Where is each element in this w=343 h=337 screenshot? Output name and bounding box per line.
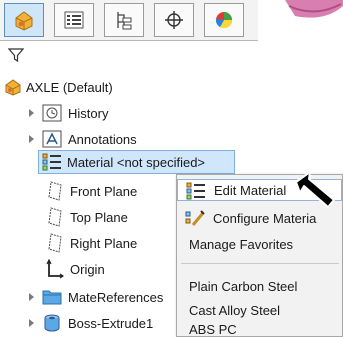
plane-icon — [48, 181, 62, 201]
tree-item-history[interactable]: History — [28, 102, 258, 124]
part-icon — [5, 79, 21, 96]
edit-material-icon — [186, 182, 205, 200]
tree-item-top-plane[interactable]: Top Plane — [46, 206, 128, 228]
chevron-right-icon[interactable] — [28, 108, 36, 118]
configure-material-icon — [185, 210, 205, 226]
dimxpert-icon — [165, 11, 183, 29]
annotations-folder-icon — [42, 130, 62, 148]
featuremanager-icon — [15, 11, 33, 31]
plane-icon — [48, 233, 62, 253]
tree-item-label: Origin — [70, 261, 105, 277]
menu-item-cast-alloy-steel[interactable]: Cast Alloy Steel — [177, 299, 342, 321]
plane-icon — [48, 207, 62, 227]
tree-item-boss-extrude1[interactable]: Boss-Extrude1 — [28, 312, 178, 334]
history-folder-icon — [42, 104, 62, 122]
chevron-right-icon[interactable] — [28, 318, 36, 328]
origin-icon — [46, 259, 64, 279]
chevron-right-icon[interactable] — [28, 292, 36, 302]
dimxpertmanager-tab[interactable] — [154, 3, 194, 37]
configurationmanager-icon — [117, 12, 132, 30]
propertymanager-icon — [64, 11, 84, 29]
manager-tab-strip — [0, 0, 258, 41]
mate-references-folder-icon — [42, 290, 62, 305]
menu-item-label: Edit Material — [214, 182, 287, 198]
tree-root-part[interactable]: AXLE (Default) — [4, 76, 113, 98]
filter-icon[interactable] — [7, 47, 25, 66]
menu-item-label: Cast Alloy Steel — [189, 302, 281, 318]
tree-item-label: Boss-Extrude1 — [68, 315, 154, 331]
tree-item-front-plane[interactable]: Front Plane — [46, 180, 137, 202]
menu-item-abs-pc[interactable]: ABS PC — [177, 321, 342, 337]
tree-item-label: Right Plane — [70, 235, 138, 251]
tree-item-right-plane[interactable]: Right Plane — [46, 232, 137, 254]
extrude-icon — [44, 314, 60, 332]
mouse-cursor-icon — [294, 170, 338, 213]
tree-item-label: Front Plane — [70, 183, 138, 199]
tree-item-label: Annotations — [68, 131, 137, 147]
tree-root-label: AXLE (Default) — [26, 79, 113, 95]
menu-separator — [181, 263, 339, 264]
chevron-right-icon[interactable] — [28, 134, 36, 144]
material-icon — [42, 153, 61, 171]
displaymanager-tab[interactable] — [204, 3, 244, 37]
displaymanager-icon — [215, 12, 233, 29]
menu-item-label: Plain Carbon Steel — [189, 278, 298, 294]
tree-item-label: Material <not specified> — [67, 154, 206, 170]
configurationmanager-tab[interactable] — [104, 3, 144, 37]
menu-item-manage-favorites[interactable]: Manage Favorites — [177, 233, 342, 255]
menu-item-plain-carbon-steel[interactable]: Plain Carbon Steel — [177, 275, 342, 297]
tree-item-material[interactable]: Material <not specified> — [38, 150, 235, 174]
tree-item-annotations[interactable]: Annotations — [28, 128, 258, 150]
decorative-shape — [285, 0, 343, 22]
featuremanager-tab[interactable] — [4, 3, 44, 37]
menu-item-label: ABS PC — [189, 321, 237, 337]
propertymanager-tab[interactable] — [54, 3, 94, 37]
tree-item-matereferences[interactable]: MateReferences — [28, 286, 178, 308]
tree-item-label: MateReferences — [68, 289, 164, 305]
menu-item-label: Manage Favorites — [189, 236, 294, 252]
tree-item-label: Top Plane — [70, 209, 128, 225]
tree-item-origin[interactable]: Origin — [46, 258, 105, 280]
tree-item-label: History — [68, 105, 109, 121]
